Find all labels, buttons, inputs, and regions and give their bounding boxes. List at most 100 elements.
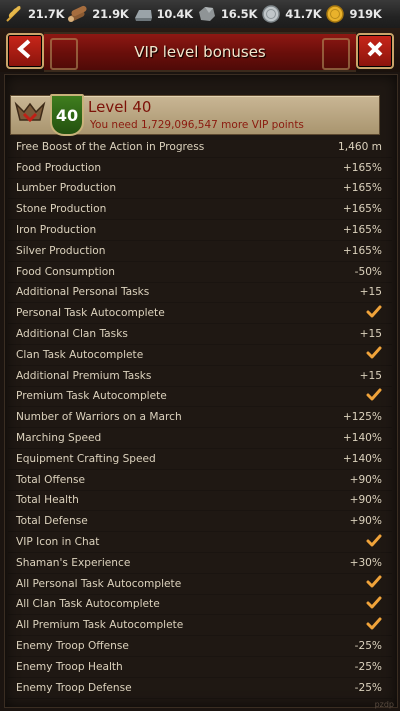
wheat-icon	[2, 3, 26, 25]
bonus-value: +140%	[342, 432, 382, 445]
bonus-label: Shaman's Experience	[16, 556, 131, 569]
bonus-label: Enemy Troop Offense	[16, 640, 129, 653]
bonus-row: Food Consumption -50%	[8, 262, 392, 283]
bonus-value: +15	[359, 286, 382, 299]
bonus-value: +165%	[342, 244, 382, 257]
level-points-needed: You need 1,729,096,547 more VIP points	[90, 119, 304, 131]
checkmark-icon	[362, 617, 382, 634]
resource-stone[interactable]: 16.5K	[193, 0, 257, 28]
bonus-value: +90%	[349, 494, 382, 507]
bonus-row: Additional Personal Tasks +15	[8, 283, 392, 304]
bonus-row: Total Defense +90%	[8, 511, 392, 533]
bonus-label: Additional Clan Tasks	[16, 328, 128, 341]
bonus-row: Enemy Troop Defense -25%	[8, 678, 392, 699]
bonus-value: -25%	[354, 660, 382, 673]
bonus-label: Personal Task Autocomplete	[16, 307, 165, 320]
bonus-value: +15	[359, 328, 382, 341]
resource-value: 41.7K	[285, 7, 322, 21]
bonus-row: Silver Production +165%	[8, 241, 392, 262]
bonus-label: Food Consumption	[16, 265, 115, 278]
bonus-value: +30%	[349, 556, 382, 569]
silver-coin-icon	[259, 3, 283, 25]
bonus-row: Free Boost of the Action in Progress 1,46…	[8, 137, 392, 158]
bonus-label: All Premium Task Autocomplete	[16, 619, 184, 632]
level-badge-number: 40	[55, 105, 79, 125]
resource-bar: 21.7K 21.9K 10.4K 16.5K 41.7K 919K	[0, 0, 400, 29]
bonus-label: VIP Icon in Chat	[16, 536, 100, 549]
resource-value: 21.7K	[28, 7, 65, 21]
page-title: VIP level bonuses	[134, 43, 266, 61]
resource-iron[interactable]: 10.4K	[129, 0, 193, 28]
bonus-label: Additional Personal Tasks	[16, 286, 150, 299]
bonus-value: +140%	[342, 452, 382, 465]
bonus-row: Additional Clan Tasks +15	[8, 324, 392, 345]
bonus-value: +165%	[342, 203, 382, 216]
bonus-value: +165%	[342, 182, 382, 195]
bonus-label: Stone Production	[16, 203, 107, 216]
bonus-value: +90%	[349, 515, 382, 528]
bonus-row: Shaman's Experience +30%	[8, 553, 392, 574]
resource-lumber[interactable]: 21.9K	[64, 0, 129, 28]
bonus-row: Iron Production +165%	[8, 220, 392, 241]
bonus-value: +90%	[349, 473, 382, 486]
bonus-label: Number of Warriors on a March	[16, 411, 182, 424]
bonus-label: Total Defense	[16, 515, 88, 528]
vip-emblem-icon	[14, 100, 46, 126]
iron-ingot-icon	[131, 3, 155, 25]
bonus-value: -50%	[354, 265, 382, 278]
bonus-value: -25%	[354, 640, 382, 653]
checkmark-icon	[362, 575, 382, 592]
resource-value: 919K	[349, 7, 382, 21]
bonus-row: Total Health +90%	[8, 491, 392, 512]
checkmark-icon	[362, 346, 382, 363]
bonus-row: Personal Task Autocomplete	[8, 303, 392, 325]
level-name: Level 40	[88, 98, 152, 116]
close-x-icon	[366, 40, 384, 62]
bonus-label: Free Boost of the Action in Progress	[16, 140, 205, 153]
bonus-row: All Personal Task Autocomplete	[8, 574, 392, 595]
bonus-label: Enemy Troop Defense	[16, 681, 132, 694]
bonus-label: Silver Production	[16, 244, 106, 257]
bonus-value: -25%	[354, 681, 382, 694]
bonus-row: Total Offense +90%	[8, 470, 392, 491]
bonus-label: All Clan Task Autocomplete	[16, 598, 160, 611]
bonus-row: Equipment Crafting Speed +140%	[8, 449, 392, 470]
back-button[interactable]	[6, 33, 44, 69]
watermark: pzdp	[374, 700, 394, 709]
bonus-row: All Premium Task Autocomplete	[8, 615, 392, 637]
resource-value: 21.9K	[92, 7, 129, 21]
bonus-row: Lumber Production +165%	[8, 179, 392, 200]
bonus-list: Free Boost of the Action in Progress 1,46…	[8, 137, 392, 699]
bonus-label: Enemy Troop Health	[16, 660, 123, 673]
resource-value: 16.5K	[220, 7, 258, 21]
bonus-row: Additional Premium Tasks +15	[8, 366, 392, 387]
resource-value: 10.4K	[156, 7, 193, 21]
bonus-label: Food Production	[16, 161, 102, 174]
close-button[interactable]	[356, 33, 394, 69]
back-arrow-icon	[16, 39, 34, 63]
wood-logs-icon	[66, 3, 90, 25]
title-banner: VIP level bonuses	[44, 32, 356, 72]
resource-food[interactable]: 21.7K	[0, 0, 64, 28]
bonus-value: +125%	[342, 411, 382, 424]
bonus-value: +165%	[342, 161, 382, 174]
stone-icon	[195, 3, 219, 25]
bonus-label: Premium Task Autocomplete	[16, 390, 167, 403]
bonus-label: Clan Task Autocomplete	[16, 348, 144, 361]
bonus-row: Enemy Troop Offense -25%	[8, 636, 392, 657]
resource-silver[interactable]: 41.7K	[257, 0, 322, 28]
resource-gold[interactable]: 919K	[321, 0, 382, 28]
bonus-row: Enemy Troop Health -25%	[8, 657, 392, 678]
bonus-value: +165%	[342, 224, 382, 237]
bonus-label: Total Offense	[16, 473, 86, 486]
bonus-label: Lumber Production	[16, 182, 117, 195]
bonus-value: +15	[359, 369, 382, 382]
level-badge: 40	[50, 94, 84, 136]
bonus-row: Number of Warriors on a March +125%	[8, 407, 392, 429]
checkmark-icon	[362, 534, 382, 551]
bonus-row: Stone Production +165%	[8, 199, 392, 221]
bonus-row: Marching Speed +140%	[8, 428, 392, 449]
bonus-row: VIP Icon in Chat	[8, 532, 392, 553]
bonus-label: Marching Speed	[16, 432, 102, 445]
bonus-row: Food Production +165%	[8, 158, 392, 179]
